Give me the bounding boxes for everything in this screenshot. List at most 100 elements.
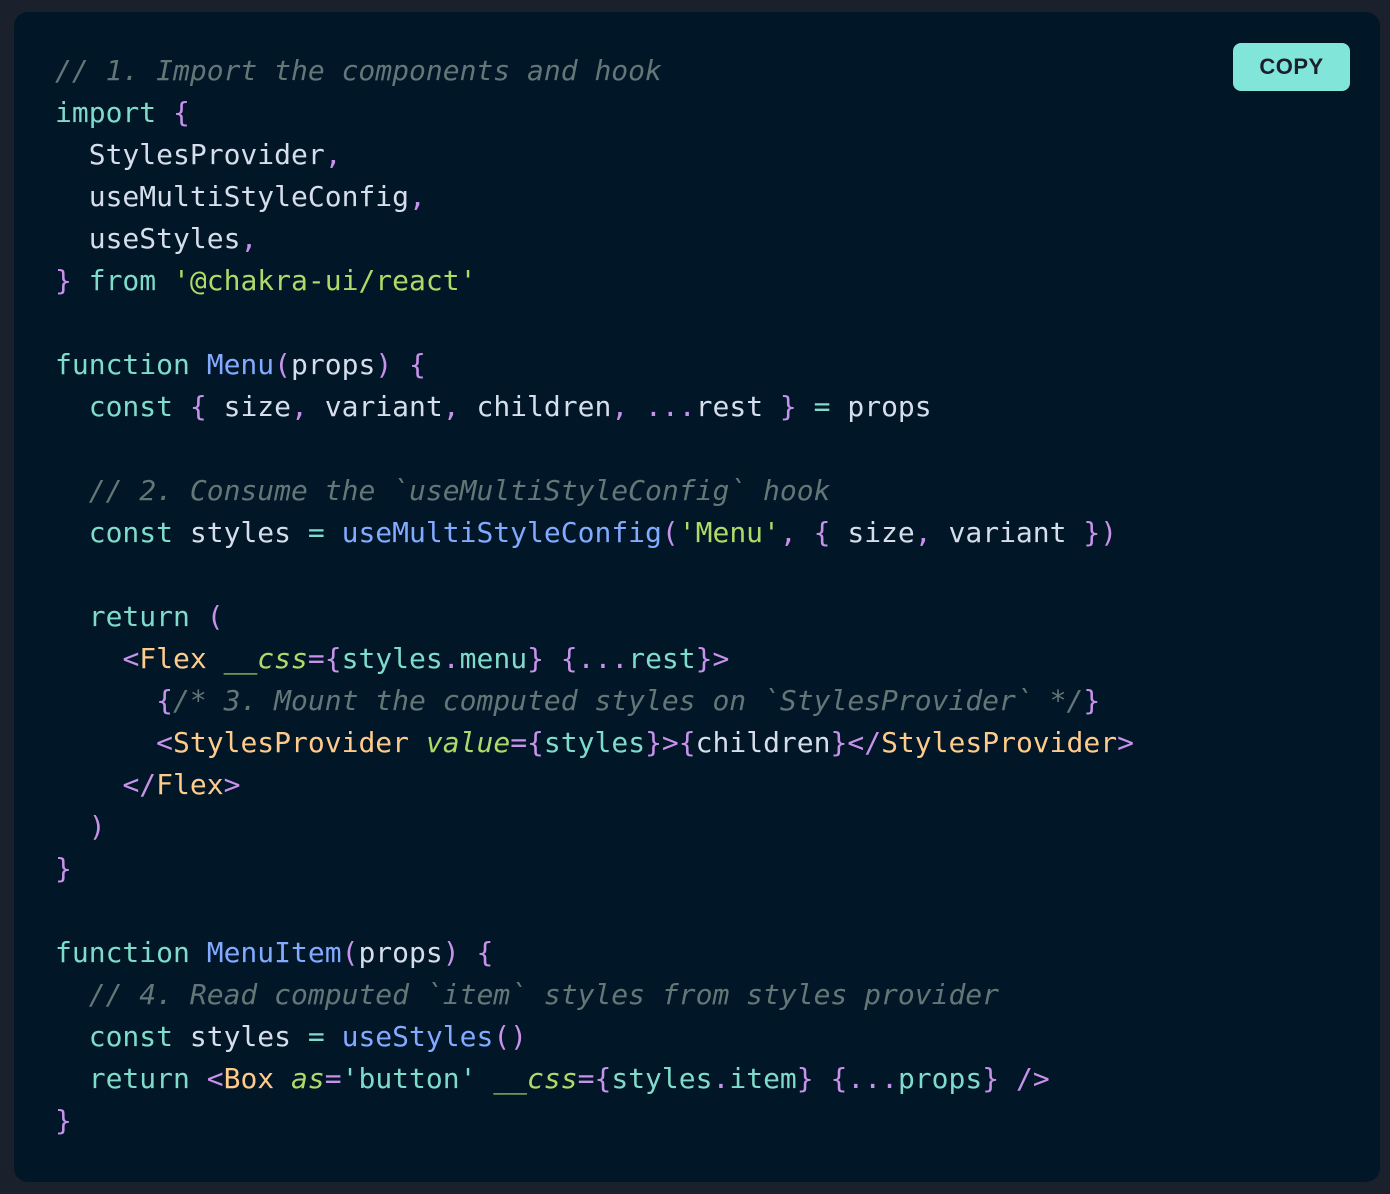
code-token-keyword: = xyxy=(307,1020,325,1053)
code-token-punct: { xyxy=(173,96,190,129)
code-token-plain: children xyxy=(695,726,831,759)
code-token-punct: { xyxy=(527,726,544,759)
code-line: StylesProvider, xyxy=(55,134,1134,176)
code-token-plain: props xyxy=(291,348,376,381)
code-token-plain: useMultiStyleConfig xyxy=(55,180,410,213)
code-line: // 2. Consume the `useMultiStyleConfig` … xyxy=(55,470,1134,512)
code-token-punct: < xyxy=(122,642,140,675)
code-token-punct: , xyxy=(611,390,629,423)
code-line: <Flex __css={styles.menu} {...rest}> xyxy=(55,638,1134,680)
code-token-tag: Box xyxy=(223,1062,275,1095)
code-token-punct: }</ xyxy=(830,726,882,759)
code-token-prop: menu xyxy=(459,642,528,675)
code-token-punct: , xyxy=(240,222,258,255)
code-line: } xyxy=(55,1100,1134,1142)
code-line: useMultiStyleConfig, xyxy=(55,176,1134,218)
code-token-string: '@chakra-ui/react' xyxy=(173,264,477,297)
code-token-punct: { xyxy=(594,1062,612,1095)
code-token-keyword: const xyxy=(88,516,174,549)
code-token-punct: = xyxy=(577,1062,595,1095)
code-token-punct: = xyxy=(510,726,528,759)
code-token-punct: , xyxy=(324,138,342,171)
code-token-keyword: const xyxy=(88,390,174,423)
code-token-punct: < xyxy=(206,1062,224,1095)
code-token-punct: }> xyxy=(695,642,730,675)
code-token-punct: { xyxy=(189,390,207,423)
code-token-punct: ) xyxy=(88,810,106,843)
code-token-punct: { xyxy=(678,726,696,759)
code-token-punct: } xyxy=(55,1104,72,1137)
code-line: function Menu(props) { xyxy=(55,344,1134,386)
code-token-plain: styles xyxy=(173,1020,308,1053)
code-token-prop: styles xyxy=(611,1062,713,1095)
code-token-punct: () xyxy=(493,1020,528,1053)
code-token-plain: size xyxy=(206,390,292,423)
copy-button[interactable]: COPY xyxy=(1233,43,1350,91)
code-token-punct: } xyxy=(527,642,544,675)
code-token-keyword: = xyxy=(307,516,325,549)
code-line: useStyles, xyxy=(55,218,1134,260)
code-token-tag: Flex xyxy=(156,768,224,801)
code-token-plain: size xyxy=(830,516,915,549)
code-token-punct: {... xyxy=(830,1062,898,1095)
code-token-punct: > xyxy=(223,768,241,801)
code-token-punct: ) xyxy=(375,348,393,381)
code-token-comment: // 2. Consume the `useMultiStyleConfig` … xyxy=(88,474,831,507)
code-token-fn: Menu xyxy=(206,348,275,381)
code-token-attr: __css xyxy=(493,1062,578,1095)
code-token-plain: props xyxy=(830,390,932,423)
code-token-punct: ( xyxy=(661,516,679,549)
code-token-punct: { xyxy=(476,936,494,969)
code-token-keyword: import xyxy=(55,96,157,129)
code-token-punct: } xyxy=(55,264,72,297)
code-token-punct: } xyxy=(1083,684,1101,717)
code-token-punct: . xyxy=(712,1062,730,1095)
code-token-plain: useStyles xyxy=(55,222,241,255)
code-token-punct: { xyxy=(409,348,426,381)
code-token-keyword: from xyxy=(88,264,157,297)
code-token-punct: { xyxy=(324,642,342,675)
code-token-tag: StylesProvider xyxy=(173,726,410,759)
code-token-punct: < xyxy=(156,726,174,759)
code-line: {/* 3. Mount the computed styles on `Sty… xyxy=(55,680,1134,722)
code-token-keyword: function xyxy=(55,936,190,969)
code-token-plain: variant xyxy=(931,516,1084,549)
code-token-punct: , xyxy=(914,516,932,549)
code-token-punct: , xyxy=(442,390,460,423)
code-token-plain: children xyxy=(459,390,612,423)
code-block: COPY // 1. Import the components and hoo… xyxy=(14,12,1380,1182)
code-token-punct: } xyxy=(779,390,797,423)
code-token-tag: Flex xyxy=(139,642,207,675)
code-token-keyword: return xyxy=(88,600,190,633)
code-token-punct: . xyxy=(442,642,460,675)
code-listing: // 1. Import the components and hook impo… xyxy=(55,50,1134,1142)
code-line: ) xyxy=(55,806,1134,848)
code-token-punct: , xyxy=(409,180,426,213)
code-token-keyword: const xyxy=(88,1020,174,1053)
code-token-tag: StylesProvider xyxy=(881,726,1118,759)
code-token-punct: { xyxy=(156,684,174,717)
code-token-punct: ( xyxy=(274,348,292,381)
code-line: const { size, variant, children, ...rest… xyxy=(55,386,1134,428)
code-token-punct: ... xyxy=(645,390,696,423)
code-token-plain: props xyxy=(358,936,443,969)
code-token-keyword: return xyxy=(88,1062,190,1095)
code-token-plain: rest xyxy=(695,390,780,423)
